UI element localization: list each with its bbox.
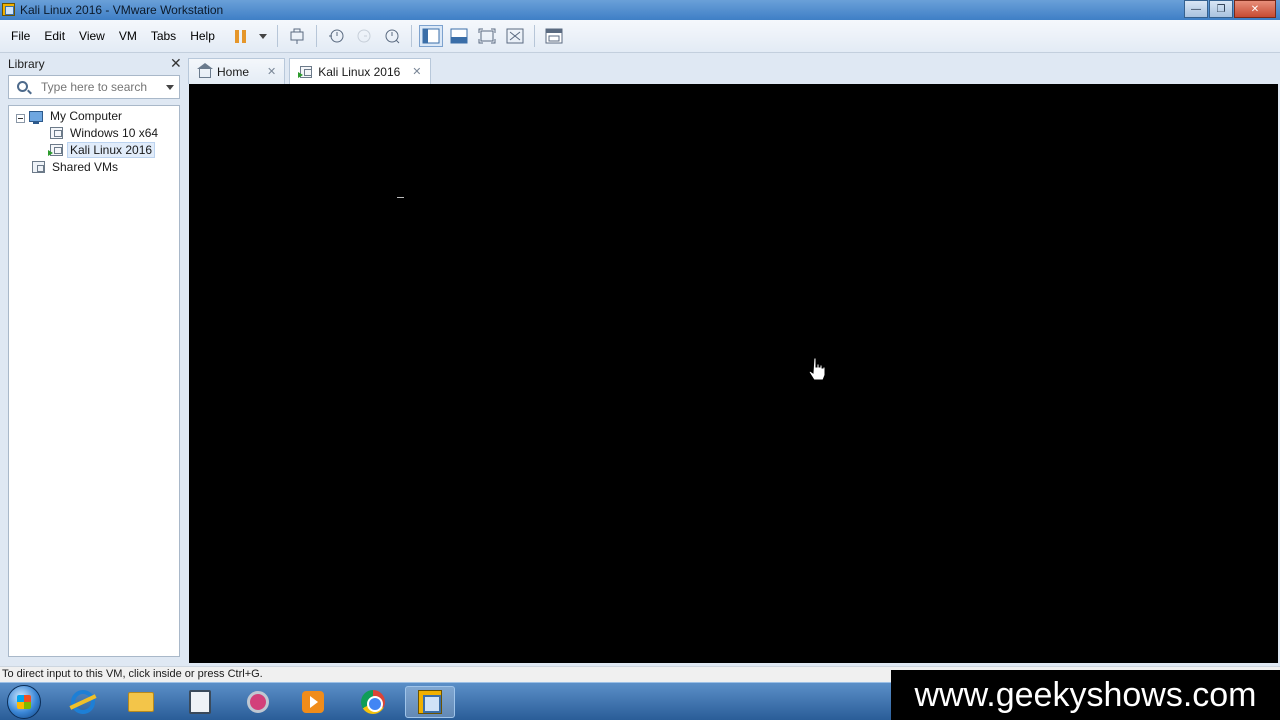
- start-button[interactable]: [7, 685, 41, 719]
- tree-item-my-computer[interactable]: My Computer: [29, 108, 125, 124]
- revert-snapshot-icon: [357, 29, 371, 43]
- taskbar-media-player[interactable]: [288, 686, 338, 718]
- taskbar-snipping-tool[interactable]: [233, 686, 283, 718]
- minimize-icon: —: [1191, 3, 1201, 15]
- close-icon: ✕: [170, 55, 182, 71]
- library-title: Library: [8, 57, 45, 71]
- revert-snapshot-button[interactable]: [352, 25, 376, 47]
- library-tree: My Computer Windows 10 x64 Kali Linux 20…: [8, 105, 180, 657]
- library-panel: Library ✕ My Computer Windows 10 x64 Kal…: [0, 54, 184, 666]
- restore-icon: ❐: [1216, 3, 1226, 15]
- chrome-icon: [361, 690, 385, 714]
- menu-vm[interactable]: VM: [112, 29, 144, 43]
- running-vm-icon: [298, 65, 313, 78]
- tab-label: Home: [217, 64, 250, 79]
- unity-icon: [450, 28, 468, 44]
- text-cursor: [397, 197, 404, 198]
- fit-guest-button[interactable]: [503, 25, 527, 47]
- book-icon: [189, 690, 211, 714]
- shared-vms-icon: [32, 161, 45, 173]
- taskbar-reader[interactable]: [175, 686, 225, 718]
- show-library-button[interactable]: [419, 25, 443, 47]
- tree-item-windows-10[interactable]: Windows 10 x64: [50, 125, 161, 141]
- status-message: To direct input to this VM, click inside…: [2, 668, 263, 680]
- vm-console[interactable]: [189, 84, 1278, 663]
- send-ctrl-alt-del-button[interactable]: [285, 25, 309, 47]
- vmware-workstation-icon: [418, 690, 442, 714]
- menu-view[interactable]: View: [72, 29, 112, 43]
- library-search-input[interactable]: [41, 79, 161, 95]
- media-player-icon: [302, 691, 324, 713]
- menu-tabs[interactable]: Tabs: [144, 29, 183, 43]
- take-snapshot-button[interactable]: [324, 25, 348, 47]
- tab-kali-linux[interactable]: Kali Linux 2016 ✕: [289, 58, 431, 84]
- taskbar-internet-explorer[interactable]: [58, 686, 108, 718]
- folder-icon: [128, 692, 154, 712]
- menu-edit[interactable]: Edit: [37, 29, 72, 43]
- library-close-button[interactable]: ✕: [170, 55, 182, 72]
- snapshot-icon: [329, 29, 344, 43]
- window-title: Kali Linux 2016 - VMware Workstation: [20, 3, 224, 17]
- hand-pointer-icon: [808, 357, 826, 381]
- taskbar-vmware[interactable]: [405, 686, 455, 718]
- running-vm-icon: [48, 144, 63, 156]
- close-button[interactable]: ✕: [1234, 0, 1276, 18]
- title-bar: Kali Linux 2016 - VMware Workstation — ❐…: [0, 0, 1280, 20]
- menu-help[interactable]: Help: [183, 29, 222, 43]
- maximize-button[interactable]: ❐: [1209, 0, 1233, 18]
- home-icon: [197, 63, 213, 78]
- taskbar-file-explorer[interactable]: [116, 686, 166, 718]
- search-dropdown-icon[interactable]: [166, 85, 174, 90]
- full-screen-button[interactable]: [475, 25, 499, 47]
- snapshot-manager-button[interactable]: [380, 25, 404, 47]
- fit-guest-icon: [506, 28, 524, 44]
- snapshot-manager-icon: [385, 29, 400, 44]
- vmware-app-icon: [2, 3, 15, 16]
- minimize-button[interactable]: —: [1184, 0, 1208, 18]
- menu-bar: File Edit View VM Tabs Help: [4, 29, 222, 43]
- tree-item-label: My Computer: [50, 109, 123, 123]
- full-screen-icon: [478, 28, 496, 44]
- window-controls: — ❐ ✕: [1183, 0, 1276, 18]
- console-view-icon: [545, 28, 563, 44]
- tree-item-label: Windows 10 x64: [70, 126, 159, 140]
- library-search: [8, 75, 180, 99]
- vm-icon: [50, 127, 63, 139]
- tab-close-icon[interactable]: ✕: [412, 65, 421, 78]
- snipping-tool-icon: [247, 691, 269, 713]
- show-library-icon: [422, 28, 440, 44]
- toolbar: [226, 24, 568, 48]
- tree-item-shared-vms[interactable]: Shared VMs: [32, 159, 121, 175]
- chevron-down-icon: [259, 33, 267, 39]
- computer-icon: [29, 110, 43, 124]
- menu-file[interactable]: File: [4, 29, 37, 43]
- close-icon: ✕: [1250, 3, 1260, 15]
- power-dropdown-button[interactable]: [256, 25, 270, 47]
- menu-toolbar: File Edit View VM Tabs Help: [0, 20, 1280, 53]
- tree-item-label: Shared VMs: [52, 160, 119, 174]
- tab-home[interactable]: Home ✕: [188, 58, 286, 84]
- tab-close-icon[interactable]: ✕: [267, 65, 276, 78]
- collapse-toggle-icon[interactable]: [16, 114, 25, 123]
- console-view-button[interactable]: [542, 25, 566, 47]
- pause-button[interactable]: [228, 25, 252, 47]
- search-icon: [17, 81, 28, 92]
- pause-icon: [234, 29, 246, 43]
- unity-button[interactable]: [447, 25, 471, 47]
- tree-item-label: Kali Linux 2016: [67, 142, 156, 158]
- tree-item-kali-linux[interactable]: Kali Linux 2016: [48, 142, 156, 158]
- send-ctrl-alt-del-icon: [290, 28, 304, 44]
- taskbar-chrome[interactable]: [348, 686, 398, 718]
- internet-explorer-icon: [71, 690, 95, 714]
- tab-bar: Home ✕ Kali Linux 2016 ✕: [188, 58, 435, 84]
- watermark: www.geekyshows.com: [891, 670, 1280, 720]
- tab-label: Kali Linux 2016: [318, 64, 401, 79]
